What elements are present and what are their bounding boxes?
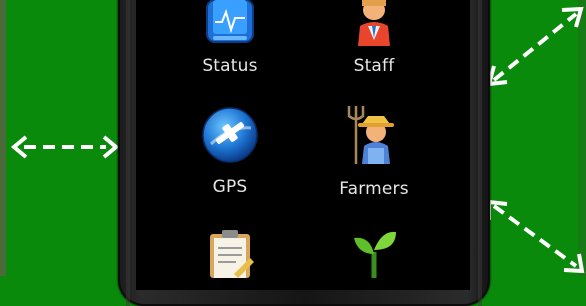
app-staff[interactable]: Staff	[304, 0, 444, 90]
diagonal-resize-arrow-bottom-icon	[487, 199, 585, 274]
app-label: Farmers	[339, 179, 409, 199]
phone-bezel-left	[126, 0, 130, 306]
clipboard-icon	[204, 228, 256, 282]
app-label: Status	[202, 56, 258, 76]
app-label: GPS	[212, 177, 248, 197]
app-farmers[interactable]: Farmers	[304, 104, 444, 200]
seedling-icon	[348, 228, 400, 282]
app-clipboard[interactable]	[160, 228, 300, 278]
background-edge	[0, 0, 6, 276]
app-status[interactable]: Status	[160, 0, 300, 90]
app-gps[interactable]: GPS	[160, 104, 300, 200]
horizontal-resize-arrow-icon	[10, 135, 120, 159]
phone-bezel-right	[478, 0, 482, 306]
farmer-pitchfork-icon	[344, 104, 404, 170]
staff-person-icon	[350, 0, 398, 52]
status-monitor-icon	[204, 0, 256, 50]
app-label: Staff	[353, 56, 395, 76]
diagonal-resize-arrow-top-icon	[486, 6, 584, 87]
gps-satellite-icon	[201, 106, 259, 168]
app-seedling[interactable]	[304, 228, 444, 278]
